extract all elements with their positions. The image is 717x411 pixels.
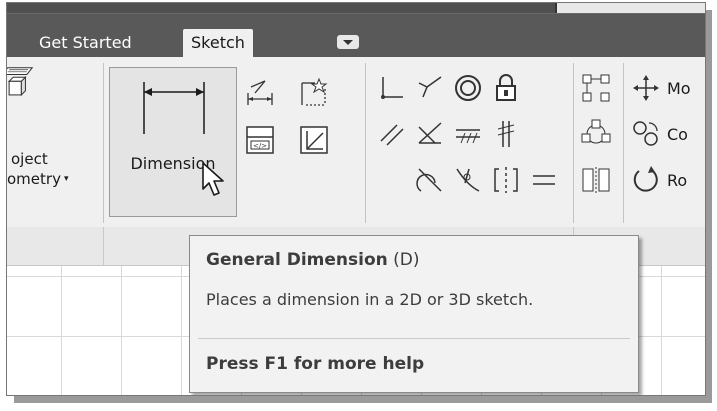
lock-icon bbox=[496, 74, 516, 101]
fix-constraint-button[interactable] bbox=[489, 71, 523, 105]
mirror-button[interactable] bbox=[579, 163, 613, 197]
concentric-icon bbox=[455, 75, 481, 101]
parallel-constraint-button[interactable] bbox=[375, 117, 409, 151]
project-geometry-label-1: oject bbox=[11, 150, 48, 168]
collinear-icon bbox=[418, 76, 442, 98]
tooltip-description: Places a dimension in a 2D or 3D sketch. bbox=[206, 290, 534, 309]
circular-pattern-button[interactable] bbox=[579, 117, 613, 151]
horizontal-constraint-button[interactable] bbox=[451, 117, 485, 151]
symmetric-icon bbox=[494, 167, 518, 193]
horizontal-icon bbox=[456, 129, 480, 144]
move-button[interactable] bbox=[629, 71, 663, 105]
svg-text:</>: </> bbox=[253, 142, 267, 150]
auto-dimension-icon bbox=[301, 77, 328, 106]
tab-sketch[interactable]: Sketch bbox=[183, 29, 253, 57]
rotate-icon bbox=[633, 166, 658, 192]
rectangular-pattern-button[interactable] bbox=[579, 71, 613, 105]
show-constraints-button[interactable] bbox=[297, 123, 331, 157]
automatic-dimension-button[interactable] bbox=[297, 77, 331, 111]
equal-icon bbox=[533, 175, 555, 185]
tooltip-help: Press F1 for more help bbox=[206, 354, 425, 374]
title-search-box[interactable] bbox=[555, 3, 705, 13]
chevron-down-icon[interactable] bbox=[337, 35, 359, 49]
tooltip-shortcut: (D) bbox=[393, 250, 420, 270]
general-dimension-icon bbox=[143, 82, 205, 134]
edit-dimension-icon: </> bbox=[246, 126, 274, 154]
project-geometry-icon bbox=[7, 67, 34, 97]
parallel-icon bbox=[380, 124, 404, 146]
move-icon bbox=[633, 75, 659, 101]
tangent-constraint-button[interactable] bbox=[413, 163, 447, 197]
app-window: Get Started Sketch oject ometry ▾ Dimens… bbox=[6, 2, 706, 396]
tangent-icon bbox=[416, 168, 442, 192]
mirror-icon bbox=[582, 167, 610, 193]
show-constraints-icon bbox=[300, 126, 328, 154]
rectangular-pattern-icon bbox=[582, 74, 610, 102]
tooltip-divider bbox=[198, 338, 630, 339]
linear-dimension-icon bbox=[247, 80, 273, 105]
coincident-icon bbox=[381, 77, 403, 99]
vertical-icon bbox=[497, 121, 515, 147]
tooltip-title: General Dimension (D) bbox=[206, 250, 420, 270]
perpendicular-icon bbox=[418, 122, 442, 144]
smooth-icon bbox=[456, 168, 480, 192]
circular-pattern-icon bbox=[581, 119, 611, 144]
move-label: Mo bbox=[667, 79, 691, 98]
ribbon: oject ometry ▾ Dimension </> Mo Co Ro bbox=[7, 57, 705, 228]
coincident-constraint-button[interactable] bbox=[375, 71, 409, 105]
vertical-constraint-button[interactable] bbox=[489, 117, 523, 151]
perpendicular-constraint-button[interactable] bbox=[413, 117, 447, 151]
copy-label: Co bbox=[667, 125, 688, 144]
project-geometry-label-2: ometry ▾ bbox=[7, 170, 69, 188]
symmetric-constraint-button[interactable] bbox=[489, 163, 523, 197]
concentric-constraint-button[interactable] bbox=[451, 71, 485, 105]
linear-dimension-button[interactable] bbox=[243, 77, 277, 111]
rotate-label: Ro bbox=[667, 171, 688, 190]
project-geometry-button[interactable] bbox=[7, 65, 47, 115]
tooltip: General Dimension (D) Places a dimension… bbox=[189, 235, 639, 393]
smooth-constraint-button[interactable] bbox=[451, 163, 485, 197]
rotate-button[interactable] bbox=[629, 163, 663, 197]
equal-constraint-button[interactable] bbox=[527, 163, 561, 197]
edit-dimension-button[interactable]: </> bbox=[243, 123, 277, 157]
copy-button[interactable] bbox=[629, 117, 663, 151]
copy-icon bbox=[633, 121, 658, 146]
collinear-constraint-button[interactable] bbox=[413, 71, 447, 105]
mouse-cursor-icon bbox=[202, 162, 224, 196]
dropdown-arrow-icon[interactable]: ▾ bbox=[64, 174, 69, 184]
ribbon-tab-bar: Get Started Sketch bbox=[7, 3, 705, 57]
tab-get-started[interactable]: Get Started bbox=[31, 29, 140, 57]
